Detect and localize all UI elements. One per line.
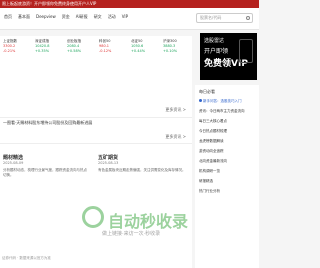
stat-change: +0.35% <box>35 49 50 53</box>
sidebar-item[interactable]: 新手问答：选股技巧入门 <box>199 99 242 104</box>
stat-change: -0.21% <box>3 49 16 53</box>
stat-change: +0.10% <box>163 49 178 53</box>
stat-item[interactable]: 深证成指 10420.8 +0.35% <box>35 39 64 54</box>
stat-change: +0.58% <box>67 49 82 53</box>
card-title[interactable]: 题材精选 <box>3 154 23 161</box>
stat-item[interactable]: 北证50 1050.6 +0.44% <box>131 39 160 54</box>
sidebar-item-label: 机构调研一览 <box>199 169 220 173</box>
sidebar-item[interactable]: 机构调研一览 <box>199 169 220 174</box>
promo-banner[interactable]: 限上板起底游资！开户即领你免费终身使用开户人VIP <box>0 0 259 8</box>
nav-menu: 首页 基本面 Deepview 资金 AI研报 研文 活动 VIP <box>4 14 128 20</box>
phone-icon <box>239 39 253 63</box>
headline-link[interactable]: 一图看·天赐材料股东增持公司股份及回购最新进展 <box>3 120 92 126</box>
market-stats: 上证指数 3300.2 -0.21% 深证成指 10420.8 +0.35% 创业板指 2… <box>3 39 192 54</box>
sidebar-item[interactable]: 北向资金最新流向 <box>199 159 227 164</box>
stat-item[interactable]: 沪深300 3880.3 +0.10% <box>163 39 192 54</box>
sidebar-item-label: 新手问答：选股技巧入门 <box>203 99 242 103</box>
nav-item[interactable]: Deepview <box>36 14 56 20</box>
sidebar-item-label: 热门行业分析 <box>199 189 220 193</box>
card-desc: 有色金属板块近期走势偏强，关注供需变化及库存情况。 <box>98 168 186 172</box>
sidebar-item[interactable]: 游资动向全追踪 <box>199 149 224 154</box>
stat-item[interactable]: 科创50 980.1 -0.12% <box>99 39 128 54</box>
nav-item[interactable]: VIP <box>122 14 128 20</box>
sidebar-item-label: 北向资金最新流向 <box>199 159 227 163</box>
nav-item[interactable]: 首页 <box>4 14 12 20</box>
card-desc: 分析题材动态，梳理行业景气度，跟踪资金流向与热点切换。 <box>3 168 87 177</box>
sidebar-item[interactable]: 热门行业分析 <box>199 189 220 194</box>
sidebar-item[interactable]: 龙虎榜数据解读 <box>199 139 224 144</box>
nav-item[interactable]: 活动 <box>108 14 116 20</box>
news-section-1: 更多资讯 > <box>0 100 192 118</box>
sidebar-item-label: 龙虎榜数据解读 <box>199 139 224 143</box>
sidebar-item[interactable]: 研报精选 <box>199 179 213 184</box>
watermark-subtext: 做上链接·来访一次·秒收录 <box>102 231 161 237</box>
card-title[interactable]: 五矿期货 <box>98 154 118 161</box>
watermark: 自动秒收录 做上链接·来访一次·秒收录 <box>82 206 242 246</box>
more-link[interactable]: 更多资讯 > <box>165 134 186 140</box>
footer-text: 证券代码 · 数据来源以官方为准 <box>2 256 51 260</box>
news-section-2: 更多资讯 > <box>0 128 192 144</box>
stat-change: -0.12% <box>99 49 112 53</box>
nav-item[interactable]: 资金 <box>62 14 70 20</box>
stat-change: +0.44% <box>131 49 146 53</box>
card-date: 2025-08-13 <box>98 161 119 165</box>
nav-item[interactable]: AI研报 <box>76 14 88 20</box>
sidebar-item-label: 资讯：今日两市主力资金流向 <box>199 109 245 113</box>
watermark-text: 自动秒收录 <box>108 212 189 231</box>
stat-item[interactable]: 创业板指 2080.4 +0.58% <box>67 39 96 54</box>
sidebar-title: 每日必看 <box>199 89 215 94</box>
search-placeholder: 股票名/代码 <box>200 15 222 20</box>
sidebar-item-label: 游资动向全追踪 <box>199 149 224 153</box>
promo-ad[interactable]: 选股雷达 开户即领 免费领VIP <box>200 33 257 80</box>
sidebar-item[interactable]: 资讯：今日两市主力资金流向 <box>199 109 245 114</box>
promo-title: 选股雷达 <box>204 38 225 44</box>
sidebar-item[interactable]: 今日热点题材梳理 <box>199 129 227 134</box>
more-link[interactable]: 更多资讯 > <box>165 107 186 113</box>
nav-item[interactable]: 研文 <box>94 14 102 20</box>
sidebar-item-label: 每日三大核心看点 <box>199 119 227 123</box>
card-date: 2025-08-09 <box>3 161 24 165</box>
sidebar-item-label: 研报精选 <box>199 179 213 183</box>
sidebar-item[interactable]: 每日三大核心看点 <box>199 119 227 124</box>
promo-subtitle: 开户即领 <box>204 48 229 55</box>
search-input[interactable]: 股票名/代码 <box>196 13 253 23</box>
top-navbar: 首页 基本面 Deepview 资金 AI研报 研文 活动 VIP 股票名/代码 <box>0 8 259 30</box>
bullet-icon <box>199 99 202 102</box>
stat-item[interactable]: 上证指数 3300.2 -0.21% <box>3 39 32 54</box>
watermark-logo-icon <box>82 206 104 228</box>
sidebar-item-label: 今日热点题材梳理 <box>199 129 227 133</box>
search-icon[interactable] <box>246 16 250 20</box>
nav-item[interactable]: 基本面 <box>18 14 30 20</box>
